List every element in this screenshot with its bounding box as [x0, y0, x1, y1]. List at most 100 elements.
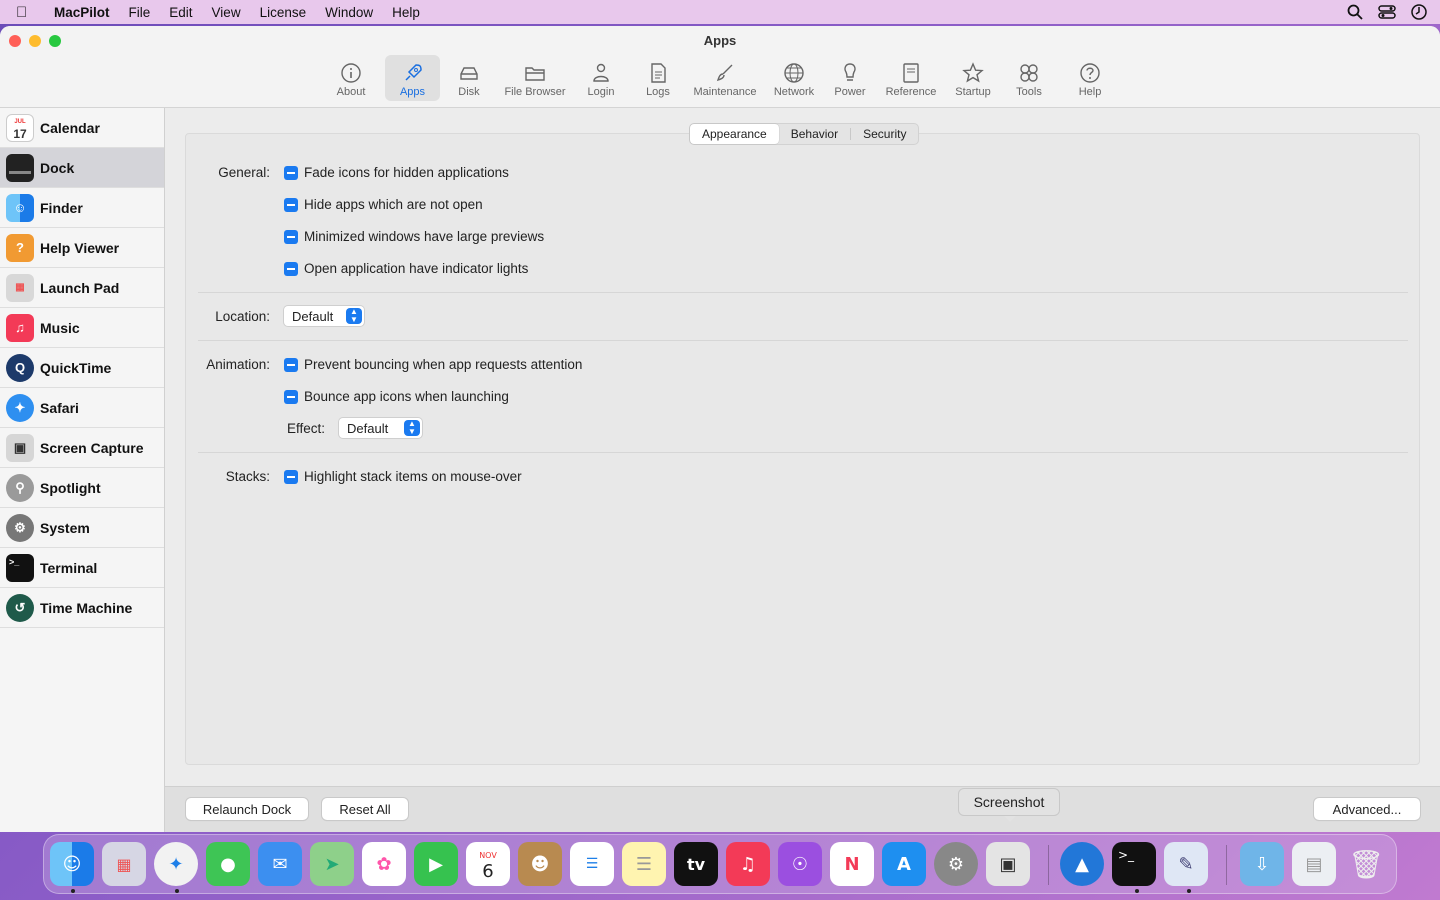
maps-icon[interactable]: ➤	[310, 842, 354, 886]
launchpad-icon[interactable]: ▦	[102, 842, 146, 886]
contacts-icon[interactable]: ☻	[518, 842, 562, 886]
checkbox-highlight-stack[interactable]: Highlight stack items on mouse-over	[284, 469, 522, 484]
sidebar-item-launch-pad[interactable]: ▦ Launch Pad	[0, 268, 164, 308]
sidebar-item-screen-capture[interactable]: ▣ Screen Capture	[0, 428, 164, 468]
dock-separator	[1226, 845, 1227, 885]
checkbox-fade-icons[interactable]: Fade icons for hidden applications	[284, 165, 509, 180]
checkbox-mixed-icon[interactable]	[284, 197, 298, 212]
news-icon[interactable]: N	[830, 842, 874, 886]
location-popup[interactable]: Default ▲ ▼	[284, 306, 364, 326]
mail-icon[interactable]: ✉	[258, 842, 302, 886]
toolbar-startup[interactable]: Startup	[951, 55, 995, 101]
running-indicator	[1187, 889, 1191, 893]
sidebar-item-quicktime[interactable]: Q QuickTime	[0, 348, 164, 388]
macpilot-icon[interactable]: ▲	[1060, 842, 1104, 886]
checkbox-mixed-icon[interactable]	[284, 165, 298, 180]
app-window: Apps About Apps Disk File Browser Login	[0, 26, 1440, 832]
sidebar-item-terminal[interactable]: >_ Terminal	[0, 548, 164, 588]
toolbar-about[interactable]: About	[333, 55, 369, 101]
effect-popup[interactable]: Default ▲ ▼	[339, 418, 422, 438]
system-preferences-icon[interactable]: ⚙	[934, 842, 978, 886]
documents-stack-icon[interactable]: ▤	[1292, 842, 1336, 886]
checkbox-large-previews[interactable]: Minimized windows have large previews	[284, 229, 544, 244]
dock-icon	[6, 153, 34, 182]
toolbar-disk[interactable]: Disk	[455, 55, 483, 101]
menu-file[interactable]: File	[129, 5, 151, 20]
menu-view[interactable]: View	[212, 5, 241, 20]
tab-security[interactable]: Security	[851, 124, 918, 144]
reset-all-button[interactable]: Reset All	[322, 798, 408, 820]
search-icon[interactable]	[1346, 3, 1364, 21]
sidebar-item-safari[interactable]: ✦ Safari	[0, 388, 164, 428]
sidebar-item-label: Calendar	[40, 119, 100, 136]
script-editor-icon[interactable]: ✎	[1164, 842, 1208, 886]
advanced-button[interactable]: Advanced...	[1314, 798, 1420, 820]
toolbar-reference[interactable]: Reference	[883, 55, 939, 101]
checkbox-hide-apps[interactable]: Hide apps which are not open	[284, 197, 483, 212]
sidebar: JUL 17 Calendar Dock ☺ Finder ? Help Vie…	[0, 108, 165, 832]
checkbox-bounce-launching[interactable]: Bounce app icons when launching	[284, 389, 509, 404]
checkbox-indicator-lights[interactable]: Open application have indicator lights	[284, 261, 528, 276]
toolbar-logs[interactable]: Logs	[643, 55, 673, 101]
toolbar-apps[interactable]: Apps	[385, 55, 440, 101]
rocket-icon	[404, 64, 422, 81]
menu-license[interactable]: License	[260, 5, 307, 20]
terminal-icon[interactable]: >_	[1112, 842, 1156, 886]
menu-help[interactable]: Help	[392, 5, 420, 20]
checkbox-prevent-bouncing[interactable]: Prevent bouncing when app requests atten…	[284, 357, 582, 372]
sidebar-item-music[interactable]: ♫ Music	[0, 308, 164, 348]
toolbar-file-browser[interactable]: File Browser	[501, 55, 569, 101]
finder-icon[interactable]: ☺	[50, 842, 94, 886]
clock-icon[interactable]	[1410, 3, 1428, 21]
notes-icon[interactable]: ☰	[622, 842, 666, 886]
sidebar-item-system[interactable]: ⚙ System	[0, 508, 164, 548]
photos-icon[interactable]: ✿	[362, 842, 406, 886]
section-divider	[198, 452, 1408, 453]
sidebar-item-help-viewer[interactable]: ? Help Viewer	[0, 228, 164, 268]
calendar-icon[interactable]: NOV 6	[466, 842, 510, 886]
apple-menu-icon[interactable]: 	[16, 4, 40, 21]
menu-edit[interactable]: Edit	[169, 5, 192, 20]
downloads-folder-icon[interactable]: ⇩	[1240, 842, 1284, 886]
control-center-icon[interactable]	[1378, 3, 1396, 21]
app-store-icon[interactable]: A	[882, 842, 926, 886]
menu-app-name[interactable]: MacPilot	[54, 5, 110, 20]
checkbox-mixed-icon[interactable]	[284, 469, 298, 484]
tab-appearance[interactable]: Appearance	[690, 124, 779, 144]
toolbar-tools[interactable]: Tools	[1012, 55, 1046, 101]
toolbar-maintenance[interactable]: Maintenance	[690, 55, 760, 101]
sidebar-item-dock[interactable]: Dock	[0, 148, 164, 188]
toolbar-power[interactable]: Power	[832, 55, 868, 101]
checkbox-mixed-icon[interactable]	[284, 357, 298, 372]
sidebar-item-calendar[interactable]: JUL 17 Calendar	[0, 108, 164, 148]
toolbar-network[interactable]: Network	[771, 55, 817, 101]
music-icon[interactable]: ♫	[726, 842, 770, 886]
trash-icon[interactable]: 🗑	[1344, 842, 1388, 886]
disk-icon	[460, 67, 478, 80]
book-icon	[903, 63, 919, 83]
facetime-icon[interactable]: ▶	[414, 842, 458, 886]
folder-icon	[525, 67, 545, 81]
reminders-icon[interactable]: ☰	[570, 842, 614, 886]
messages-icon[interactable]: ●	[206, 842, 250, 886]
sidebar-item-finder[interactable]: ☺ Finder	[0, 188, 164, 228]
sidebar-item-time-machine[interactable]: ↺ Time Machine	[0, 588, 164, 628]
checkbox-mixed-icon[interactable]	[284, 229, 298, 244]
podcasts-icon[interactable]: ☉	[778, 842, 822, 886]
settings-panel	[185, 133, 1420, 765]
sidebar-item-label: QuickTime	[40, 359, 112, 376]
toolbar-login[interactable]: Login	[584, 55, 618, 101]
sidebar-item-spotlight[interactable]: ⚲ Spotlight	[0, 468, 164, 508]
sidebar-item-label: Finder	[40, 199, 83, 216]
launchpad-icon: ▦	[6, 273, 34, 302]
safari-icon[interactable]: ✦	[154, 842, 198, 886]
screenshot-icon[interactable]: ▣	[986, 842, 1030, 886]
apple-tv-icon[interactable]: tv	[674, 842, 718, 886]
camera-icon: ▣	[6, 433, 34, 462]
relaunch-dock-button[interactable]: Relaunch Dock	[186, 798, 308, 820]
toolbar-help[interactable]: Help	[1075, 55, 1105, 101]
menu-window[interactable]: Window	[325, 5, 373, 20]
tab-behavior[interactable]: Behavior	[779, 124, 850, 144]
checkbox-mixed-icon[interactable]	[284, 261, 298, 276]
checkbox-mixed-icon[interactable]	[284, 389, 298, 404]
